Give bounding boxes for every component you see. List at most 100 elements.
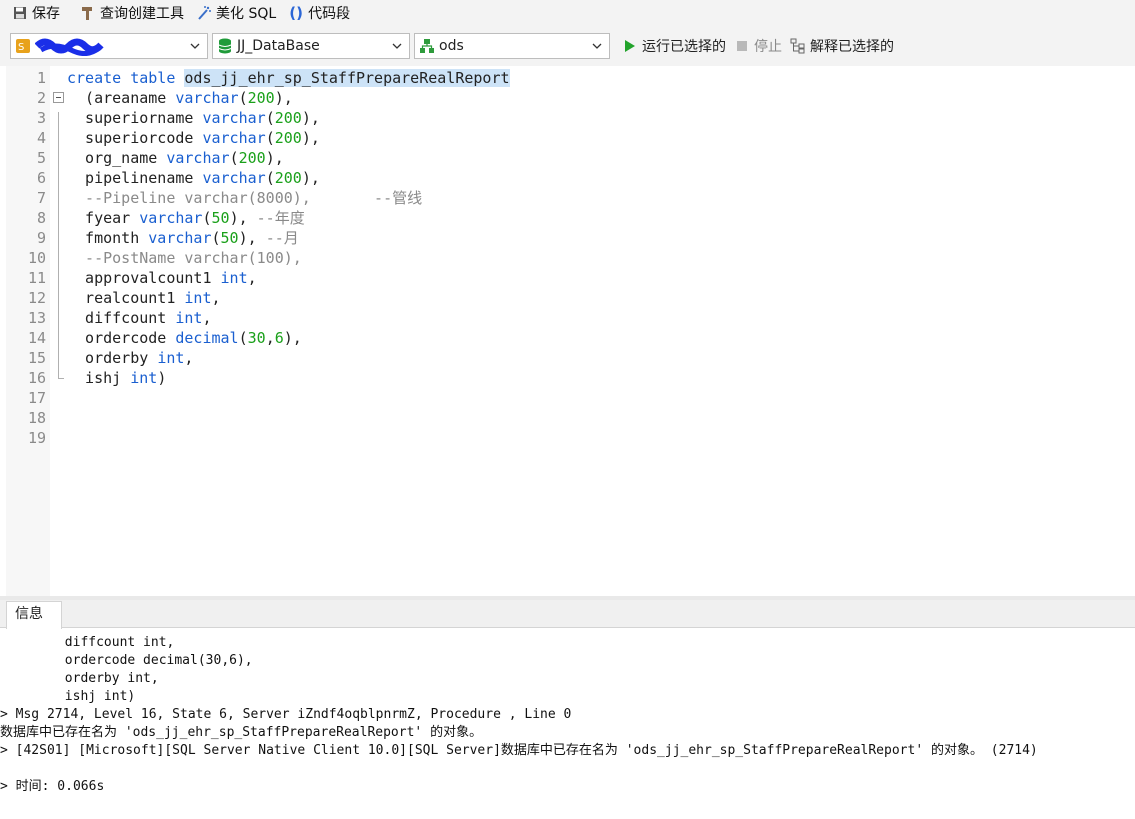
query-builder-icon — [80, 5, 96, 21]
chevron-down-icon[interactable] — [391, 40, 403, 52]
code-token: ), — [229, 209, 257, 227]
snippet-icon: () — [289, 4, 304, 22]
connection-select[interactable]: S — [10, 33, 208, 59]
code-token: varchar — [202, 129, 266, 147]
code-token: ( — [238, 89, 248, 107]
code-token: create table — [67, 69, 185, 87]
code-token: ), — [301, 109, 320, 127]
chevron-down-icon[interactable] — [591, 40, 603, 52]
code-token: ), — [274, 89, 293, 107]
code-token: , — [265, 329, 275, 347]
code-token: 200 — [247, 89, 275, 107]
code-comment: --月 — [265, 229, 299, 247]
fold-guide — [58, 112, 59, 378]
line-number: 2 — [36, 89, 46, 107]
schema-select[interactable]: ods — [414, 33, 610, 59]
code-token: 200 — [274, 169, 302, 187]
code-token: , — [202, 309, 212, 327]
explain-icon — [790, 38, 806, 54]
line-number: 19 — [27, 429, 46, 447]
code-comment: --Pipeline varchar(8000), --管线 — [67, 189, 423, 207]
code-token: orderby — [67, 349, 158, 367]
message-line: > Msg 2714, Level 16, State 6, Server iZ… — [0, 707, 572, 722]
code-token: pipelinename — [67, 169, 203, 187]
message-line: > [42S01] [Microsoft][SQL Server Native … — [0, 743, 1038, 758]
line-number: 9 — [36, 229, 46, 247]
code-token: diffcount — [67, 309, 176, 327]
code-token: 200 — [274, 129, 302, 147]
tab-info-label: 信息 — [15, 606, 43, 622]
snippet-label: 代码段 — [308, 6, 351, 22]
run-selected-label: 运行已选择的 — [642, 39, 726, 55]
schema-icon — [419, 38, 435, 54]
code-token: varchar — [202, 109, 266, 127]
code-comment: --PostName varchar(100), — [67, 249, 302, 267]
code-token: varchar — [148, 229, 212, 247]
code-token: ), — [283, 329, 302, 347]
line-number: 16 — [27, 369, 46, 387]
stop-button[interactable]: 停止 — [734, 36, 782, 56]
code-token: ( — [229, 149, 239, 167]
line-number: 12 — [27, 289, 46, 307]
code-comment: --年度 — [256, 209, 305, 227]
connection-icon: S — [15, 38, 31, 54]
code-token: , — [247, 269, 257, 287]
code-token: 50 — [211, 209, 230, 227]
line-number: 5 — [36, 149, 46, 167]
stop-icon — [734, 38, 750, 54]
result-panel: 信息 diffcount int, ordercode decimal(30,6… — [0, 600, 1135, 819]
code-token: ), — [301, 169, 320, 187]
redaction-scribble — [35, 38, 104, 56]
code-token: ishj — [67, 369, 131, 387]
code-token: , — [211, 289, 221, 307]
code-token: decimal — [175, 329, 239, 347]
code-token: int — [184, 289, 212, 307]
line-number: 7 — [36, 189, 46, 207]
message-line — [10, 760, 1038, 778]
database-select[interactable]: JJ_DataBase — [212, 33, 410, 59]
code-token: int — [130, 369, 158, 387]
code-token: 200 — [238, 149, 266, 167]
run-icon — [622, 38, 638, 54]
snippet-button[interactable]: () 代码段 — [284, 2, 354, 24]
code-token: ), — [238, 229, 266, 247]
main-toolbar: 保存 查询创建工具 美化 SQL () 代码段 — [0, 0, 1135, 26]
run-selected-button[interactable]: 运行已选择的 — [622, 36, 726, 56]
code-token: ) — [157, 369, 167, 387]
selected-table-name: ods_jj_ehr_sp_StaffPrepareRealReport — [184, 69, 510, 87]
line-number: 6 — [36, 169, 46, 187]
code-token: (areaname — [67, 89, 176, 107]
line-number: 10 — [27, 249, 46, 267]
tab-info[interactable]: 信息 — [6, 601, 62, 629]
save-icon — [12, 5, 28, 21]
explain-selected-button[interactable]: 解释已选择的 — [790, 36, 894, 56]
code-token: ), — [265, 149, 284, 167]
beautify-sql-button[interactable]: 美化 SQL — [192, 2, 280, 24]
beautify-sql-label: 美化 SQL — [216, 6, 277, 22]
chevron-down-icon[interactable] — [189, 40, 201, 52]
code-token: ( — [238, 329, 248, 347]
code-token: 6 — [274, 329, 284, 347]
code-token: superiorname — [67, 109, 203, 127]
code-token: 50 — [220, 229, 239, 247]
code-token: ( — [211, 229, 221, 247]
save-label: 保存 — [32, 6, 60, 22]
sql-editor[interactable]: 1 create table ods_jj_ehr_sp_StaffPrepare… — [0, 66, 1135, 596]
save-button[interactable]: 保存 — [8, 2, 64, 24]
line-number: 4 — [36, 129, 46, 147]
code-token: 200 — [274, 109, 302, 127]
fold-collapse-icon[interactable] — [53, 92, 64, 103]
svg-text:S: S — [18, 42, 24, 53]
schema-name: ods — [439, 38, 464, 54]
line-number: 3 — [36, 109, 46, 127]
explain-selected-label: 解释已选择的 — [810, 39, 894, 55]
code-token: varchar — [166, 149, 230, 167]
code-token: varchar — [202, 169, 266, 187]
query-builder-label: 查询创建工具 — [100, 6, 184, 22]
database-icon — [217, 38, 233, 54]
query-builder-button[interactable]: 查询创建工具 — [76, 2, 188, 24]
line-number: 11 — [27, 269, 46, 287]
message-line: 数据库中已存在名为 'ods_jj_ehr_sp_StaffPrepareRea… — [0, 725, 483, 740]
code-token: int — [175, 309, 203, 327]
code-token: superiorcode — [67, 129, 203, 147]
